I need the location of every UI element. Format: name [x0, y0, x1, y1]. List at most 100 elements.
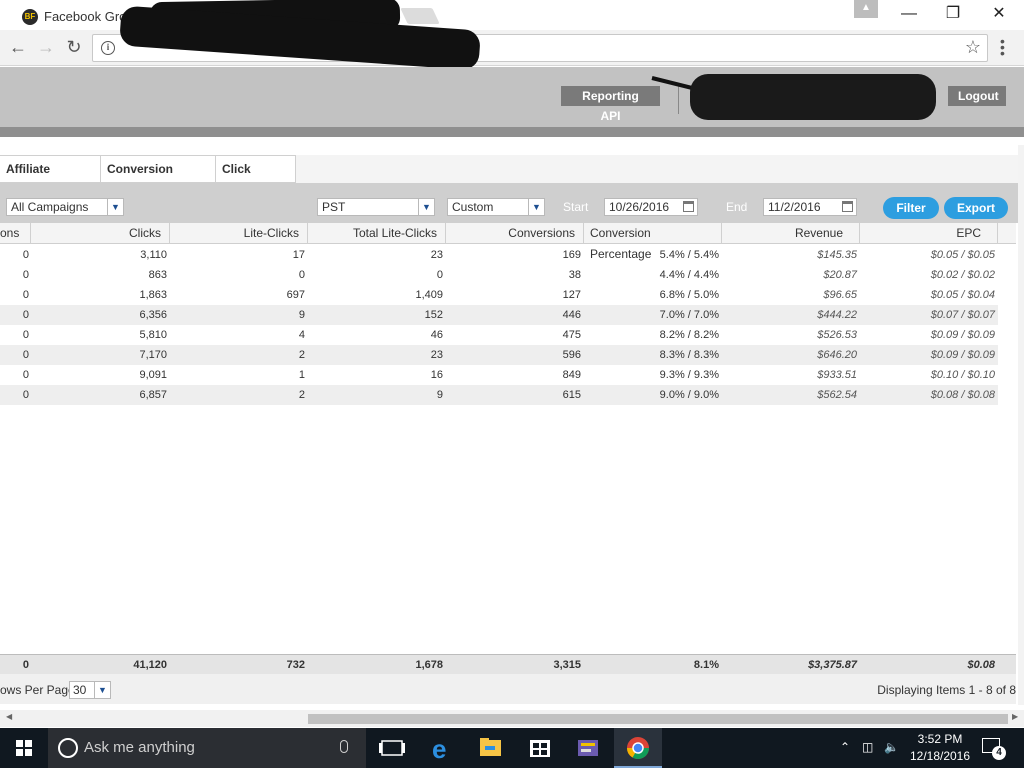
chrome-icon[interactable] — [614, 728, 662, 768]
table-row[interactable]: 0 6,356 9 152 446 7.0% / 7.0% $444.22 $0.07 / $… — [0, 305, 998, 325]
table-cell-clicks: 9,091 — [139, 369, 167, 381]
volume-icon[interactable]: 🔈 — [884, 740, 899, 754]
table-cell-clicks: 863 — [148, 269, 167, 281]
table-cell-clicks: 3,110 — [140, 249, 167, 261]
profile-icon[interactable]: ▲ — [854, 0, 878, 18]
table-cell-cell: 0 — [22, 329, 29, 341]
app-icon[interactable] — [564, 728, 612, 768]
table-cell-total-lite-clicks: 1,409 — [415, 289, 443, 301]
tab-affiliate-summary[interactable]: Affiliate Summary — [0, 155, 101, 202]
restore-button[interactable]: ❐ — [930, 2, 976, 28]
cortana-icon — [58, 738, 78, 758]
table-row[interactable]: 0 3,110 17 23 169 5.4% / 5.4% $145.35 $0.05 / $… — [0, 245, 998, 265]
reload-icon[interactable]: ↻ — [62, 36, 86, 60]
chevron-down-icon[interactable]: ▼ — [107, 199, 123, 215]
table-row[interactable]: 0 863 0 0 38 4.4% / 4.4% $20.87 $0.02 / $0.02 — [0, 265, 998, 285]
table-cell-revenue: $145.35 — [817, 249, 857, 261]
rows-per-page-value: 30 — [73, 683, 87, 697]
date-range-select[interactable]: Custom ▼ — [447, 198, 545, 216]
start-button[interactable] — [0, 728, 48, 768]
campaign-select[interactable]: All Campaigns ▼ — [6, 198, 124, 216]
column-header-revenue[interactable]: Revenue — [722, 223, 860, 244]
start-date-input[interactable]: 10/26/2016 — [604, 198, 698, 216]
table-row[interactable]: 0 5,810 4 46 475 8.2% / 8.2% $526.53 $0.09 / $0… — [0, 325, 998, 345]
scrollbar-thumb[interactable] — [308, 714, 1008, 724]
table-cell-total-lite-clicks: 9 — [436, 389, 443, 401]
new-tab-button[interactable] — [400, 8, 440, 24]
total-clicks: 41,120 — [133, 659, 167, 671]
scroll-right-icon[interactable]: ▶ — [1012, 712, 1018, 721]
network-icon[interactable]: ◫ — [862, 740, 873, 754]
table-cell-revenue: $933.51 — [817, 369, 857, 381]
campaign-select-value: All Campaigns — [11, 200, 89, 214]
column-header-total-lite-clicks[interactable]: Total Lite-Clicks — [308, 223, 446, 244]
chevron-down-icon[interactable]: ▼ — [528, 199, 544, 215]
rows-per-page-select[interactable]: 30 ▼ — [69, 681, 111, 699]
column-header-clicks[interactable]: Clicks — [31, 223, 170, 244]
logout-button[interactable]: Logout — [948, 86, 1006, 106]
microphone-icon[interactable] — [340, 740, 348, 753]
taskbar-clock[interactable]: 3:52 PM 12/18/2016 — [900, 731, 980, 765]
column-header[interactable]: ons — [0, 223, 31, 244]
forward-arrow-icon[interactable]: → — [34, 36, 58, 60]
table-header: ons Clicks Lite-Clicks Total Lite-Clicks… — [0, 223, 1016, 261]
table-cell-epc: $0.09 / $0.09 — [930, 349, 995, 361]
clock-time: 3:52 PM — [917, 732, 963, 746]
table-cell-clicks: 5,810 — [139, 329, 167, 341]
taskbar: Ask me anything e ⌃ ◫ 🔈 3:52 PM 12/18/20… — [0, 728, 1024, 768]
chevron-down-icon[interactable]: ▼ — [418, 199, 434, 215]
table-row[interactable]: 0 7,170 2 23 596 8.3% / 8.3% $646.20 $0.09 / $0… — [0, 345, 998, 365]
table-cell-lite-clicks: 2 — [298, 389, 305, 401]
minimize-button[interactable]: — — [886, 2, 932, 28]
table-row[interactable]: 0 6,857 2 9 615 9.0% / 9.0% $562.54 $0.08 / $0.… — [0, 385, 998, 405]
horizontal-scrollbar[interactable]: ◀ ▶ — [0, 710, 1024, 727]
table-cell-revenue: $526.53 — [817, 329, 857, 341]
edge-icon[interactable]: e — [418, 728, 466, 768]
taskbar-search[interactable]: Ask me anything — [48, 728, 366, 768]
bookmark-star-icon[interactable]: ☆ — [965, 37, 981, 58]
table-row[interactable]: 0 9,091 1 16 849 9.3% / 9.3% $933.51 $0.10 / $0… — [0, 365, 998, 385]
browser-menu-icon[interactable]: • • • — [1000, 34, 1005, 60]
reporting-api-button[interactable]: Reporting API — [561, 86, 660, 123]
export-button[interactable]: Export — [944, 197, 1008, 219]
tab-conversion-report[interactable]: Conversion Report — [100, 155, 216, 202]
table-cell-total-lite-clicks: 23 — [430, 349, 443, 361]
filter-button[interactable]: Filter — [883, 197, 939, 219]
file-explorer-icon[interactable] — [466, 728, 514, 768]
timezone-select-value: PST — [322, 200, 346, 214]
calendar-icon[interactable] — [683, 201, 694, 212]
tab-click-report[interactable]: Click Report — [215, 155, 296, 202]
table-cell-clicks: 7,170 — [139, 349, 167, 361]
back-arrow-icon[interactable]: ← — [6, 36, 30, 60]
table-cell-cell: 0 — [22, 389, 29, 401]
timezone-select[interactable]: PST ▼ — [317, 198, 435, 216]
chevron-down-icon[interactable]: ▼ — [94, 682, 110, 698]
task-view-icon[interactable] — [368, 728, 416, 768]
table-row[interactable]: 0 1,863 697 1,409 127 6.8% / 5.0% $96.65 $0.05 … — [0, 285, 998, 305]
column-header-lite-clicks[interactable]: Lite-Clicks — [170, 223, 308, 244]
close-window-button[interactable]: ✕ — [976, 2, 1022, 28]
calendar-icon[interactable] — [842, 201, 853, 212]
total-revenue: $3,375.87 — [808, 659, 857, 671]
report-tabs: Affiliate Summary Conversion Report Clic… — [0, 155, 1024, 202]
totals-row: 0 41,120 732 1,678 3,315 8.1% $3,375.87 … — [0, 654, 1016, 674]
total-total-lite-clicks: 1,678 — [415, 659, 443, 671]
table-cell-revenue: $96.65 — [823, 289, 857, 301]
table-cell-cell: 0 — [22, 349, 29, 361]
clock-date: 12/18/2016 — [909, 749, 971, 763]
store-icon[interactable] — [516, 728, 564, 768]
table-cell-conversion-percentage: 8.2% / 8.2% — [659, 329, 719, 341]
date-range-select-value: Custom — [452, 200, 494, 214]
column-header-conversions[interactable]: Conversions — [446, 223, 584, 244]
table-cell-epc: $0.05 / $0.04 — [930, 289, 995, 301]
scroll-left-icon[interactable]: ◀ — [6, 712, 12, 721]
table-cell-conversions: 446 — [562, 309, 581, 321]
info-icon[interactable]: i — [101, 41, 115, 55]
column-header-conversion-percentage[interactable]: Conversion Percentage — [584, 223, 722, 261]
table-cell-lite-clicks: 1 — [298, 369, 305, 381]
end-date-input[interactable]: 11/2/2016 — [763, 198, 857, 216]
vertical-scrollbar[interactable] — [1018, 145, 1024, 705]
column-header-epc[interactable]: EPC — [860, 223, 998, 244]
table-cell-total-lite-clicks: 23 — [430, 249, 443, 261]
chevron-up-icon[interactable]: ⌃ — [840, 740, 850, 754]
